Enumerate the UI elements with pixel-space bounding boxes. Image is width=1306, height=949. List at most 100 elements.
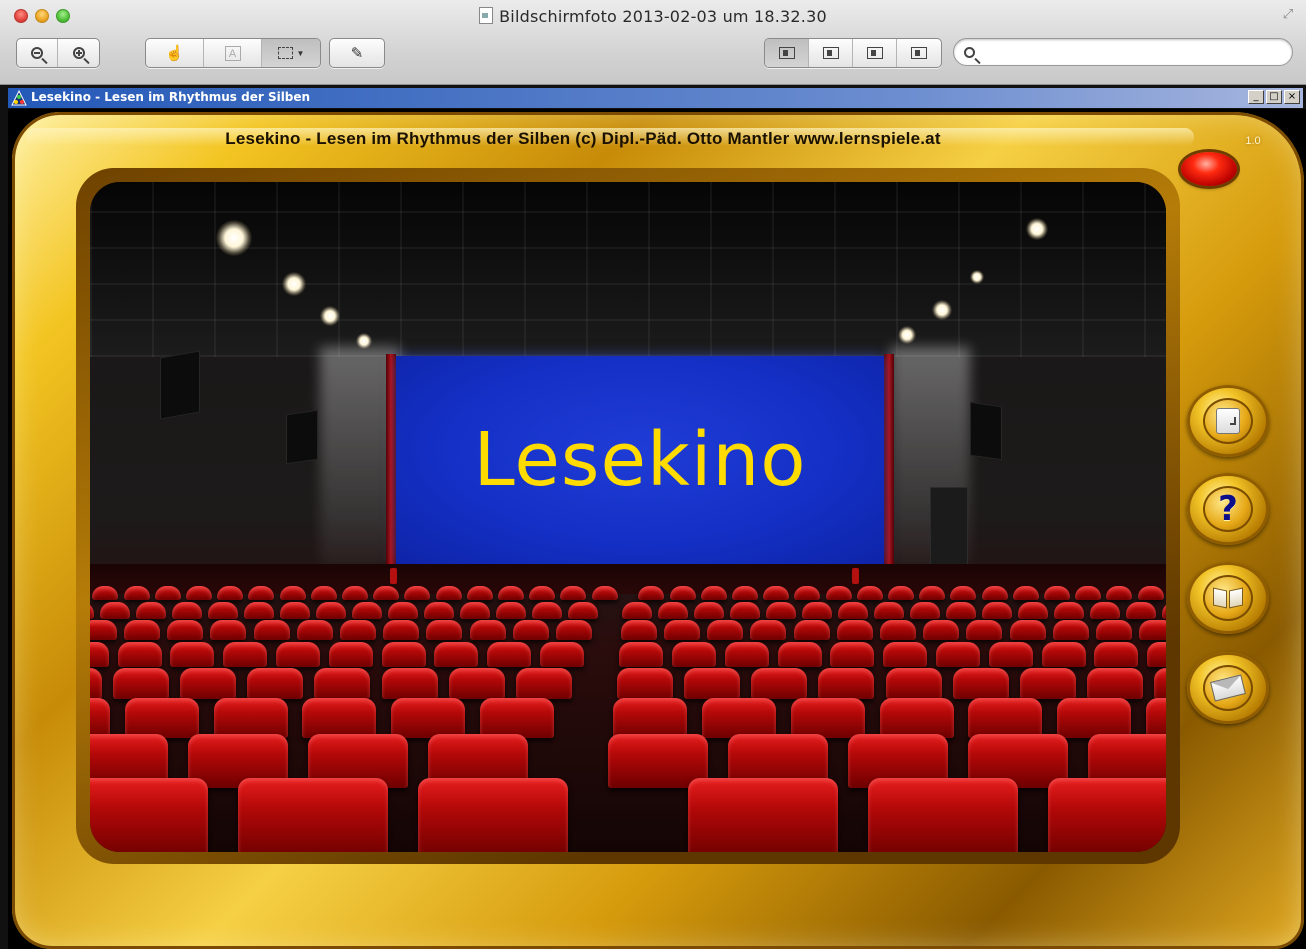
cinema-seat <box>123 586 150 600</box>
help-icon: ? <box>1218 489 1238 529</box>
cinema-seat <box>460 602 490 619</box>
cinema-seat <box>1147 642 1166 667</box>
cinema-seat <box>883 642 928 667</box>
cinema-seat <box>1009 620 1046 640</box>
view-content-only-button[interactable] <box>765 39 809 67</box>
view-thumbnails-button[interactable] <box>809 39 853 67</box>
app-minimize-button[interactable]: _ <box>1248 90 1264 104</box>
app-maximize-button[interactable]: □ <box>1266 90 1282 104</box>
cinema-seat <box>373 586 400 600</box>
move-tool-button[interactable]: ☝ <box>146 39 204 67</box>
cinema-seat <box>172 602 202 619</box>
speaker <box>160 350 200 420</box>
view-contact-sheet-button[interactable] <box>897 39 941 67</box>
curtain-right <box>884 354 894 572</box>
cinema-seat <box>560 586 587 600</box>
cinema-seat <box>874 602 904 619</box>
cinema-seat <box>794 586 821 600</box>
cinema-seat <box>498 586 524 600</box>
book-button[interactable] <box>1187 562 1269 634</box>
status-lamp-icon[interactable] <box>1181 152 1237 186</box>
cinema-seat <box>1012 586 1039 600</box>
cinema-seat <box>802 602 832 619</box>
book-icon <box>1213 587 1243 609</box>
cinema-seat <box>825 586 852 600</box>
text-tool-button[interactable]: A <box>204 39 262 67</box>
ceiling-light <box>1026 218 1048 240</box>
cinema-seat <box>340 620 376 640</box>
cinema-seat <box>208 602 238 619</box>
app-window-titlebar[interactable]: Lesekino - Lesen im Rhythmus der Silben … <box>8 88 1303 108</box>
cinema-seat <box>556 620 592 640</box>
cinema-seat <box>591 586 618 600</box>
cinema-seat <box>981 586 1008 600</box>
cinema-seat <box>253 620 290 640</box>
cinema-seat <box>466 586 493 600</box>
cinema-seat <box>1048 778 1166 852</box>
cinema-seat <box>730 602 760 619</box>
cinema-seat <box>793 620 830 640</box>
cinema-seat <box>90 642 109 667</box>
cinema-seat <box>700 586 727 600</box>
cinema-seat <box>966 620 1003 640</box>
cinema-seat <box>532 602 562 619</box>
app-close-button[interactable]: × <box>1284 90 1300 104</box>
cinema-seat <box>684 668 740 699</box>
tools-button-group: ☝ A ▼ <box>145 38 321 68</box>
cinema-seat <box>310 586 337 600</box>
ceiling-light <box>970 270 984 284</box>
cinema-seat <box>1020 668 1076 699</box>
cinema-seat <box>707 620 744 640</box>
cinema-seat <box>154 586 181 600</box>
cinema-seat <box>244 602 274 619</box>
select-tool-button[interactable]: ▼ <box>262 39 320 67</box>
cinema-seat <box>1044 586 1070 600</box>
cinema-seat <box>968 698 1043 738</box>
help-button[interactable]: ? <box>1187 473 1269 545</box>
ceiling-light <box>898 326 916 344</box>
cinema-seat <box>342 586 368 600</box>
exit-button[interactable] <box>1187 385 1269 457</box>
cinema-seat <box>280 602 310 619</box>
cinema-seat <box>619 642 664 667</box>
screen-title: Lesekino <box>473 417 807 503</box>
cinema-seat <box>167 620 204 640</box>
zoom-out-icon <box>31 47 43 59</box>
zoom-button-group <box>16 38 100 68</box>
cinema-seat <box>672 642 716 667</box>
contact-sheet-icon <box>911 47 927 59</box>
content-only-icon <box>778 47 795 59</box>
cinema-seat <box>1162 602 1166 619</box>
cinema-seat <box>836 620 873 640</box>
cinema-seat <box>830 642 875 667</box>
cinema-scene: Lesekino <box>90 182 1166 852</box>
cinema-seat <box>90 698 110 738</box>
cinema-seat <box>213 698 288 738</box>
hand-icon: ☝ <box>165 45 184 62</box>
cinema-seat <box>613 698 688 738</box>
cinema-seat <box>1154 668 1166 699</box>
search-field[interactable] <box>953 38 1293 66</box>
mail-button[interactable] <box>1187 652 1269 724</box>
cinema-seat <box>888 586 914 600</box>
cinema-seat <box>838 602 868 619</box>
cinema-seat <box>296 620 333 640</box>
pencil-icon: ✎ <box>350 45 364 62</box>
search-input[interactable] <box>984 43 1284 63</box>
annotate-button[interactable]: ✎ <box>330 39 384 67</box>
app-header-text: Lesekino - Lesen im Rhythmus der Silben … <box>225 129 941 148</box>
cinema-seat <box>112 668 169 699</box>
cinema-seat <box>620 620 657 640</box>
cinema-seat <box>480 698 554 738</box>
cinema-seat <box>923 620 960 640</box>
annotate-button-group: ✎ <box>329 38 385 68</box>
view-toc-button[interactable] <box>853 39 897 67</box>
fullscreen-icon[interactable]: ⤢ <box>1280 6 1296 22</box>
cinema-seat <box>622 602 652 619</box>
cinema-seat <box>90 778 208 852</box>
cinema-seat <box>856 586 883 600</box>
zoom-out-button[interactable] <box>17 39 58 67</box>
cinema-seat <box>117 642 162 667</box>
zoom-in-button[interactable] <box>58 39 99 67</box>
cinema-seat <box>124 620 160 640</box>
